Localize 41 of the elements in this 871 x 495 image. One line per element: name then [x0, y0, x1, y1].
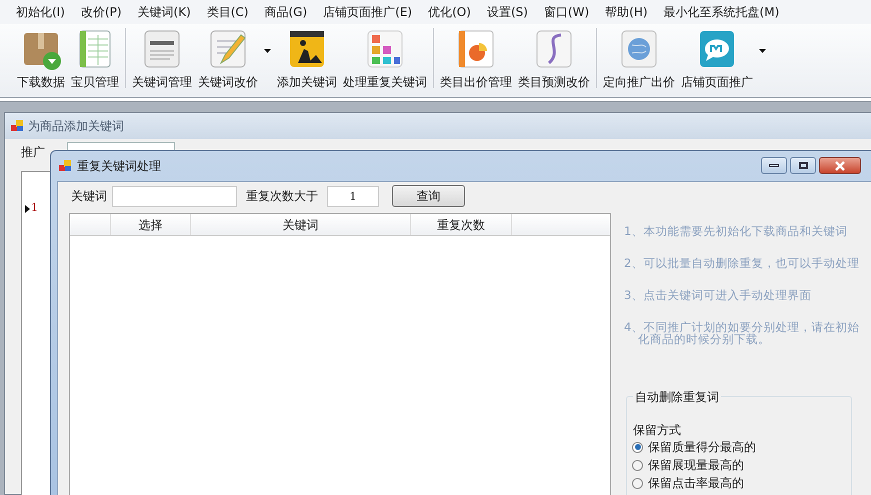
- toolbar-button[interactable]: 类目预测改价: [515, 27, 593, 91]
- count-field[interactable]: 1: [327, 186, 379, 206]
- menu-item[interactable]: 类目(C): [198, 3, 256, 21]
- toolbar-button[interactable]: 处理重复关键词: [340, 27, 430, 91]
- window-title: 为商品添加关键词: [28, 118, 124, 135]
- field-label: 关键词: [71, 188, 107, 205]
- help-note: 1、本功能需要先初始化下载商品和关键词: [624, 225, 848, 237]
- toolbar-button[interactable]: 类目出价管理: [437, 27, 515, 91]
- field-label: 重复次数大于: [246, 188, 318, 205]
- menu-item[interactable]: 优化(O): [420, 3, 479, 21]
- toolbar-button[interactable]: 定向推广出价: [600, 27, 678, 91]
- menu-item[interactable]: 设置(S): [478, 3, 536, 21]
- option-label: 保留方式: [633, 422, 681, 439]
- radio-option[interactable]: 保留展现量最高的: [632, 458, 756, 472]
- toolbar-button[interactable]: 下载数据: [14, 27, 68, 91]
- menu-item[interactable]: 商品(G): [256, 3, 316, 21]
- menu-item[interactable]: 帮助(H): [597, 3, 656, 21]
- toolbar-button[interactable]: 关键词改价: [195, 27, 261, 91]
- column-header[interactable]: 重复次数: [411, 214, 512, 235]
- help-note: 2、可以批量自动删除重复，也可以手动处理: [624, 257, 860, 269]
- window-title: 重复关键词处理: [77, 158, 161, 175]
- toolbar-button[interactable]: 店铺页面推广: [678, 27, 756, 91]
- toolbar-button[interactable]: 宝贝管理: [68, 27, 122, 91]
- help-note: 3、点击关键词可进入手动处理界面: [624, 289, 812, 301]
- menu-item[interactable]: 关键词(K): [130, 3, 199, 21]
- row-number: 1: [31, 200, 38, 216]
- toolbar-button[interactable]: 关键词管理: [129, 27, 195, 91]
- group-title: 自动删除重复词: [633, 388, 721, 406]
- radio-option[interactable]: 保留质量得分最高的: [632, 440, 756, 454]
- menu-item[interactable]: 店铺页面推广(E): [315, 3, 420, 21]
- toolbar-button[interactable]: 添加关键词: [274, 27, 340, 91]
- query-button[interactable]: 查询: [392, 185, 465, 207]
- menu-item[interactable]: 最小化至系统托盘(M): [656, 3, 788, 21]
- help-note: 4、不同推广计划的如要分别处理，请在初始化商品的时候分别下载。: [624, 321, 860, 345]
- field-label: 推广: [21, 144, 46, 161]
- menu-item[interactable]: 改价(P): [72, 3, 130, 21]
- menu-item[interactable]: 初始化(I): [8, 3, 73, 21]
- column-header[interactable]: 选择: [111, 214, 191, 235]
- column-header[interactable]: 关键词: [191, 214, 411, 235]
- radio-option[interactable]: 保留点击率最高的: [632, 476, 756, 490]
- menu-item[interactable]: 窗口(W): [536, 3, 598, 21]
